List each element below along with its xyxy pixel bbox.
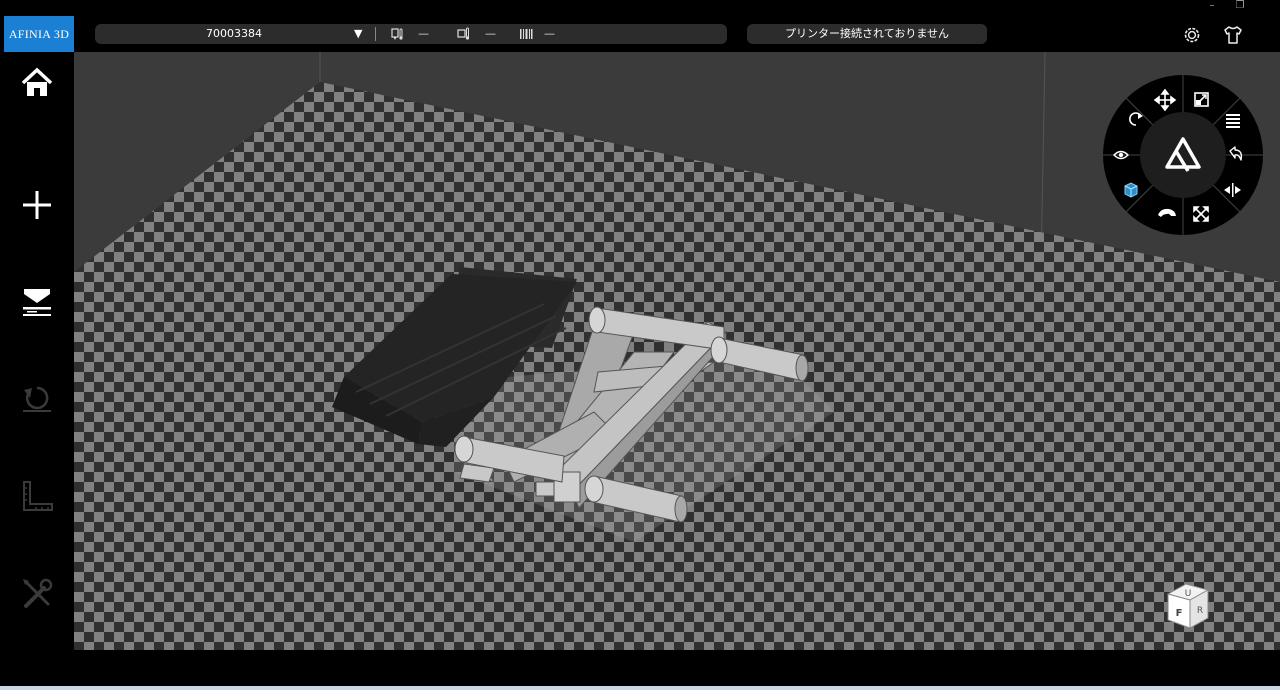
divider (375, 27, 376, 41)
build-plate-scene[interactable] (74, 52, 1280, 650)
filament-icon (520, 29, 533, 39)
chevron-down-icon[interactable]: ▼ (354, 24, 362, 44)
restore-button[interactable]: ❐ (1226, 0, 1254, 14)
tools-icon (23, 578, 53, 608)
bed-temp-icon (457, 27, 470, 40)
view-cube-top[interactable]: U (1185, 589, 1192, 599)
minimize-button[interactable]: – (1198, 0, 1226, 14)
nozzle-temp-value: — (418, 27, 429, 40)
view-cube[interactable]: U F R (1162, 578, 1214, 630)
cube-icon[interactable] (1124, 182, 1138, 198)
radial-tool-menu (1103, 75, 1263, 235)
shirt-icon[interactable] (1222, 24, 1244, 46)
printer-selector[interactable]: 70003384 ▼ — — — (95, 24, 727, 44)
view-cube-front[interactable]: F (1176, 608, 1183, 619)
view-cube-right[interactable]: R (1197, 606, 1203, 616)
center-hub[interactable] (1140, 112, 1226, 198)
sidebar (0, 52, 74, 650)
nozzle-temp-icon (391, 28, 403, 40)
printer-id: 70003384 (206, 27, 262, 40)
settings-icon[interactable] (1181, 24, 1203, 46)
undo-icon (23, 386, 51, 412)
3d-viewport[interactable] (74, 52, 1280, 650)
filament-value: — (544, 27, 555, 40)
measure-icon (23, 481, 53, 511)
afinia-logo: AFINIA 3D (4, 16, 74, 52)
print-icon[interactable] (14, 280, 60, 326)
printer-status: プリンター接続されておりません (747, 24, 987, 44)
status-strip (0, 650, 1280, 686)
add-icon[interactable] (14, 182, 60, 228)
title-bar: – ❐ (0, 0, 1280, 14)
bed-temp-value: — (485, 27, 496, 40)
home-icon[interactable] (14, 60, 60, 106)
taskbar-edge (0, 686, 1280, 690)
